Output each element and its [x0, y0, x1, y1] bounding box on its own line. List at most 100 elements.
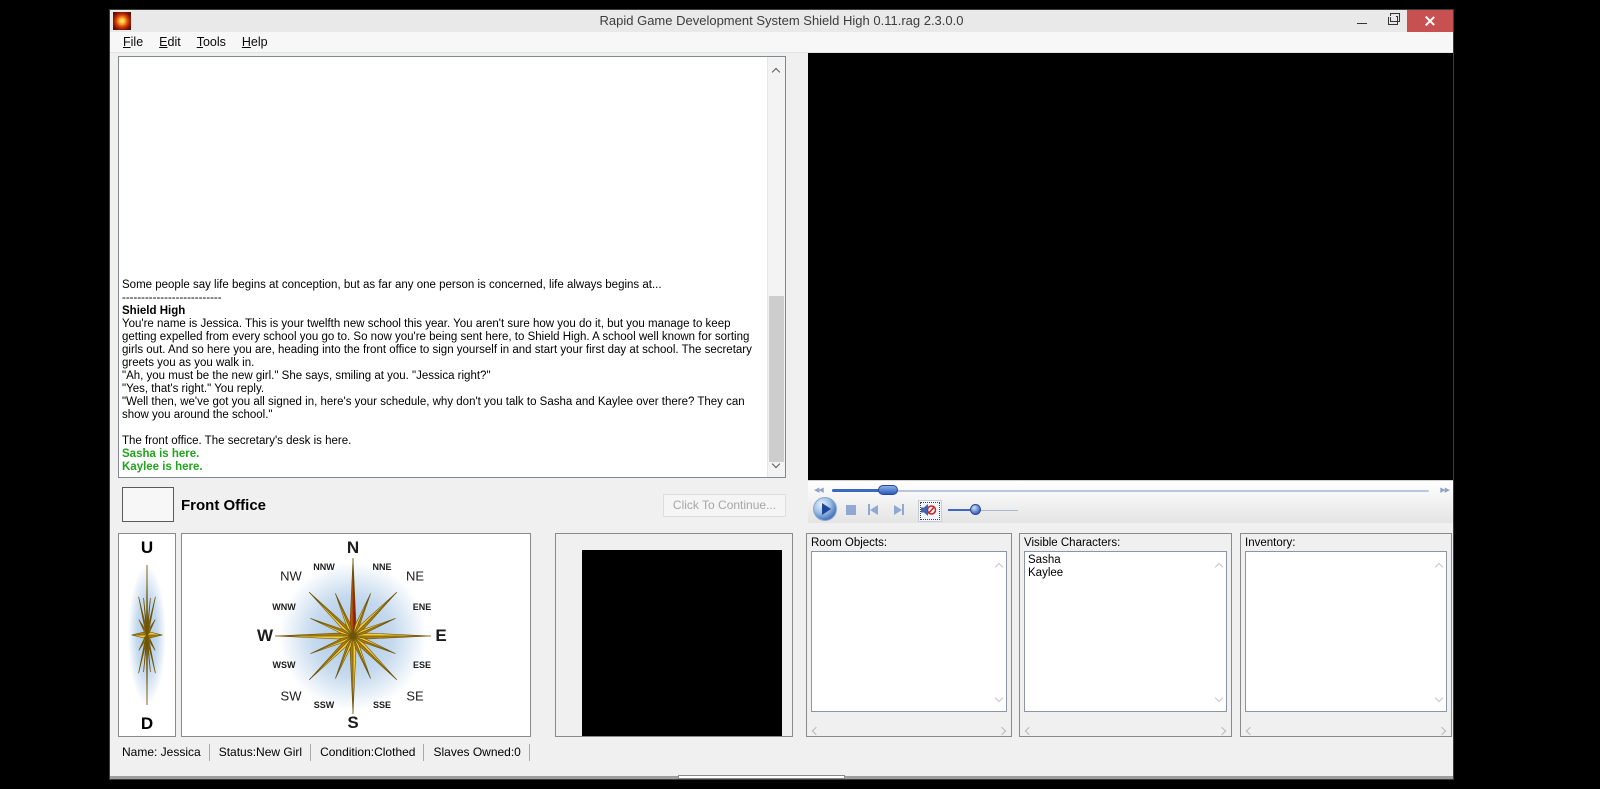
menu-help[interactable]: Help	[234, 32, 276, 52]
menu-bar: File Edit Tools Help	[110, 32, 1453, 53]
previous-button[interactable]	[868, 504, 878, 515]
compass-wsw[interactable]: WSW	[273, 660, 296, 670]
story-text: Some people say life begins at conceptio…	[122, 57, 766, 477]
room-objects-panel: Room Objects:	[806, 533, 1012, 737]
list-scroll-right-icon[interactable]	[1439, 721, 1445, 739]
app-window: Rapid Game Development System Shield Hig…	[110, 10, 1453, 779]
visible-characters-panel: Visible Characters: Sasha Kaylee	[1019, 533, 1232, 737]
list-scroll-up-icon[interactable]	[1436, 557, 1442, 575]
story-line: You're name is Jessica. This is your twe…	[122, 318, 766, 370]
list-scroll-right-icon[interactable]	[1219, 721, 1225, 739]
status-name: Name: Jessica	[118, 744, 210, 761]
story-blank-line	[122, 422, 766, 435]
compass-rose-icon[interactable]	[182, 534, 530, 736]
compass-ne[interactable]: NE	[406, 569, 424, 584]
scrollbar-thumb[interactable]	[769, 296, 784, 462]
list-scroll-down-icon[interactable]	[1436, 688, 1442, 706]
list-scroll-right-icon[interactable]	[999, 721, 1005, 739]
list-hscrollbar[interactable]	[811, 717, 1007, 731]
visible-characters-list[interactable]: Sasha Kaylee	[1024, 551, 1227, 712]
close-icon	[1425, 16, 1435, 26]
story-line: "Ah, you must be the new girl." She says…	[122, 370, 766, 383]
list-hscrollbar[interactable]	[1245, 717, 1447, 731]
restore-icon	[1388, 16, 1398, 25]
inventory-panel: Inventory:	[1240, 533, 1452, 737]
media-bar: ◀◀ ▶▶	[808, 480, 1453, 523]
status-condition: Condition:Clothed	[316, 744, 424, 761]
compass-w[interactable]: W	[257, 626, 273, 646]
room-image	[582, 550, 782, 736]
continue-button[interactable]: Click To Continue...	[663, 494, 786, 517]
status-status: Status:New Girl	[215, 744, 311, 761]
compass-panel: N NNE NE ENE E ESE SE SSE S SSW SW WSW W…	[181, 533, 531, 737]
window-title: Rapid Game Development System Shield Hig…	[110, 13, 1453, 28]
window-bottom-grip	[678, 775, 845, 779]
menu-tools[interactable]: Tools	[189, 32, 234, 52]
list-scroll-left-icon[interactable]	[1247, 721, 1253, 739]
muted-speaker-icon	[920, 503, 937, 517]
elevation-panel: U D	[118, 533, 176, 737]
video-display	[808, 53, 1453, 480]
scroll-down-icon[interactable]	[773, 454, 779, 472]
compass-ese[interactable]: ESE	[413, 660, 431, 670]
close-button[interactable]	[1407, 10, 1453, 32]
compass-ssw[interactable]: SSW	[314, 700, 335, 710]
elevation-needle-icon[interactable]	[123, 560, 171, 710]
seek-track[interactable]	[832, 490, 1429, 492]
compass-nne[interactable]: NNE	[372, 562, 391, 572]
scroll-up-icon[interactable]	[773, 62, 779, 80]
character-link-sasha[interactable]: Sasha is here.	[122, 448, 766, 461]
list-scroll-down-icon[interactable]	[996, 688, 1002, 706]
fast-forward-icon[interactable]: ▶▶	[1440, 486, 1449, 494]
play-button[interactable]	[813, 497, 837, 521]
compass-e[interactable]: E	[435, 626, 446, 646]
character-link-kaylee[interactable]: Kaylee is here.	[122, 461, 766, 474]
story-room-heading: Shield High	[122, 305, 766, 318]
compass-ene[interactable]: ENE	[413, 602, 432, 612]
compass-s[interactable]: S	[347, 713, 358, 733]
compass-nnw[interactable]: NNW	[313, 562, 335, 572]
compass-sse[interactable]: SSE	[373, 700, 391, 710]
stop-button[interactable]	[846, 505, 856, 515]
compass-sw[interactable]: SW	[281, 689, 302, 704]
list-scroll-left-icon[interactable]	[813, 721, 819, 739]
story-line: Some people say life begins at conceptio…	[122, 279, 766, 292]
story-scrollbar[interactable]	[767, 57, 785, 477]
list-scroll-down-icon[interactable]	[1216, 688, 1222, 706]
title-bar: Rapid Game Development System Shield Hig…	[110, 10, 1453, 33]
list-scroll-up-icon[interactable]	[1216, 557, 1222, 575]
compass-n[interactable]: N	[347, 538, 359, 558]
next-button[interactable]	[894, 504, 904, 515]
compass-se[interactable]: SE	[406, 689, 423, 704]
menu-edit[interactable]: Edit	[151, 32, 189, 52]
mute-button[interactable]	[918, 500, 942, 522]
volume-track[interactable]	[976, 510, 1018, 512]
room-thumbnail	[122, 487, 174, 522]
restore-button[interactable]	[1377, 10, 1407, 32]
room-name: Front Office	[181, 497, 266, 514]
rewind-icon[interactable]: ◀◀	[814, 486, 823, 494]
story-line: The front office. The secretary's desk i…	[122, 435, 766, 448]
up-direction-button[interactable]: U	[119, 538, 175, 558]
story-line: "Well then, we've got you all signed in,…	[122, 396, 766, 422]
menu-file[interactable]: File	[115, 32, 151, 52]
list-scroll-up-icon[interactable]	[996, 557, 1002, 575]
seek-thumb[interactable]	[878, 485, 898, 495]
minimize-button[interactable]	[1347, 10, 1377, 32]
list-item[interactable]: Sasha	[1028, 554, 1063, 567]
volume-thumb[interactable]	[970, 504, 981, 515]
room-objects-list[interactable]	[811, 551, 1007, 712]
list-item[interactable]: Kaylee	[1028, 567, 1063, 580]
room-objects-label: Room Objects:	[811, 537, 887, 549]
down-direction-button[interactable]: D	[119, 714, 175, 734]
story-line: "Yes, that's right." You reply.	[122, 383, 766, 396]
story-separator: --------------------------	[122, 292, 766, 305]
status-bar: Name: Jessica Status:New Girl Condition:…	[118, 741, 535, 763]
inventory-label: Inventory:	[1245, 537, 1296, 549]
compass-wnw[interactable]: WNW	[272, 602, 296, 612]
list-scroll-left-icon[interactable]	[1026, 721, 1032, 739]
compass-nw[interactable]: NW	[280, 569, 302, 584]
story-textbox[interactable]: Some people say life begins at conceptio…	[118, 56, 786, 478]
list-hscrollbar[interactable]	[1024, 717, 1227, 731]
inventory-list[interactable]	[1245, 551, 1447, 712]
